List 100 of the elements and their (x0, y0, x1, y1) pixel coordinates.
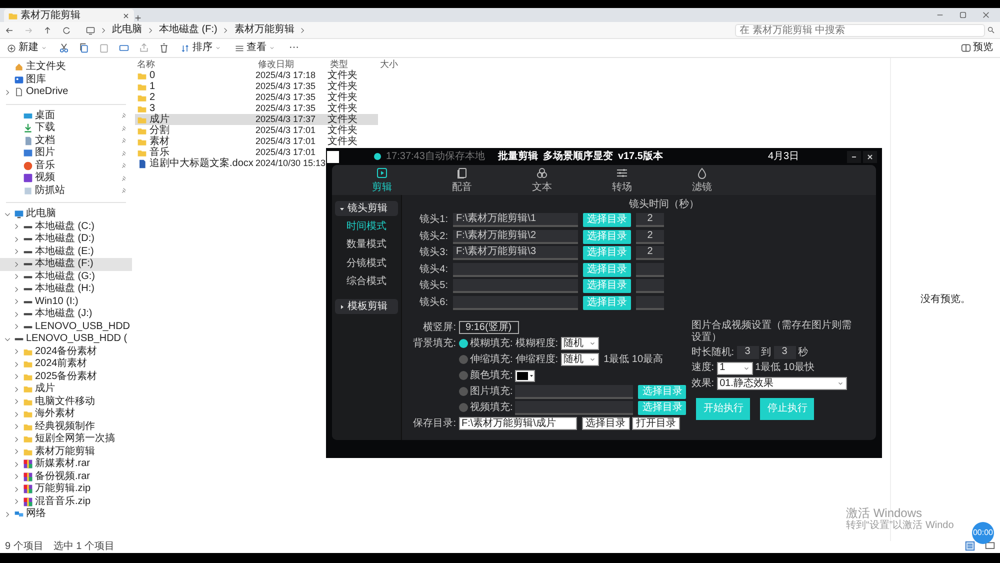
dropdown[interactable]: 随机 (560, 353, 599, 366)
chevron-icon[interactable] (13, 223, 20, 230)
chevron-icon[interactable] (4, 210, 11, 218)
chevron-icon[interactable] (299, 26, 306, 34)
chevron-icon[interactable] (13, 286, 20, 293)
refresh-icon[interactable] (62, 26, 71, 34)
seconds-field[interactable] (636, 279, 664, 293)
chevron-icon[interactable] (13, 473, 20, 480)
path-field[interactable]: F:\素材万能剪辑\3 (453, 246, 578, 260)
more-button[interactable]: ··· (287, 43, 301, 53)
sidebar-item[interactable]: 2024前素材 (0, 358, 132, 370)
copy-icon[interactable] (79, 43, 89, 53)
column-header[interactable]: 名称 (134, 58, 256, 70)
speed-dropdown[interactable]: 1 (716, 362, 753, 374)
orientation-select[interactable]: 9:16(竖屏) (458, 321, 519, 334)
nav-item[interactable]: 分镜模式 (335, 256, 398, 272)
pin-icon[interactable] (121, 124, 128, 132)
app-tab[interactable]: 文本 (502, 165, 582, 195)
column-header[interactable]: 大小 (378, 58, 418, 70)
path-field[interactable] (453, 296, 578, 310)
sidebar-item[interactable]: 本地磁盘 (G:) (0, 270, 132, 283)
path-field[interactable] (453, 279, 578, 293)
open-folder-button[interactable]: 打开目录 (632, 417, 680, 430)
sidebar-item[interactable]: 混音音乐.zip (0, 496, 132, 508)
choose-folder-button[interactable]: 选择目录 (582, 417, 630, 430)
path-field[interactable]: F:\素材万能剪辑\2 (453, 230, 578, 244)
sidebar-item[interactable]: 2024备份素材 (0, 346, 132, 358)
radio-button[interactable] (458, 387, 468, 396)
seconds-field[interactable] (636, 296, 664, 310)
app-tab[interactable]: 配音 (422, 165, 502, 195)
path-field[interactable] (515, 400, 634, 414)
breadcrumb-item[interactable]: 素材万能剪辑 (234, 24, 294, 36)
details-view-icon[interactable] (965, 541, 975, 551)
sidebar-item[interactable]: 经典视频制作 (0, 420, 132, 433)
sidebar-item[interactable]: 本地磁盘 (E:) (0, 246, 132, 258)
radio-button[interactable] (458, 371, 468, 380)
path-field[interactable] (453, 262, 578, 276)
sidebar-item[interactable]: 本地磁盘 (C:) (0, 220, 132, 233)
sidebar-item[interactable]: OneDrive (0, 86, 132, 98)
nav-item[interactable]: 数量模式 (335, 237, 398, 253)
preview-button[interactable]: 预览 (958, 43, 995, 53)
sort-button[interactable]: 排序 (179, 43, 223, 53)
seconds-field[interactable] (636, 262, 664, 276)
chevron-icon[interactable] (147, 26, 154, 34)
sidebar-item[interactable]: 本地磁盘 (H:) (0, 283, 132, 296)
chevron-icon[interactable] (13, 298, 20, 306)
file-row[interactable]: 分割 2025/4/3 17:01 文件夹 (134, 125, 378, 136)
chevron-icon[interactable] (222, 26, 230, 34)
chevron-icon[interactable] (13, 460, 20, 468)
app-tab[interactable]: 滤镜 (662, 165, 742, 195)
pin-icon[interactable] (121, 162, 128, 170)
tiles-view-icon[interactable] (985, 541, 995, 551)
sidebar-item[interactable]: 本地磁盘 (D:) (0, 233, 132, 246)
close-icon[interactable] (122, 12, 130, 20)
sidebar-item[interactable]: 备份视频.rar (0, 470, 132, 483)
menu-item[interactable]: 批量剪辑 (498, 150, 538, 162)
nav-group-header[interactable]: 模板剪辑 (335, 299, 398, 314)
file-row[interactable]: 素材 2025/4/3 17:01 文件夹 (134, 136, 378, 147)
path-field[interactable] (515, 384, 634, 398)
column-header[interactable]: 类型 (328, 58, 378, 70)
sidebar-item[interactable]: 素材万能剪辑 (0, 446, 132, 458)
pin-icon[interactable] (121, 150, 128, 157)
chevron-icon[interactable] (13, 386, 20, 393)
chevron-icon[interactable] (13, 498, 20, 506)
sidebar-item[interactable]: 图库 (0, 74, 132, 86)
chevron-icon[interactable] (13, 410, 20, 418)
sidebar-item[interactable]: 本地磁盘 (J:) (0, 308, 132, 320)
pin-icon[interactable] (121, 112, 128, 120)
chevron-icon[interactable] (13, 423, 20, 430)
pin-icon[interactable] (121, 174, 128, 182)
sidebar-item[interactable]: 万能剪辑.zip (0, 483, 132, 496)
chevron-icon[interactable] (13, 448, 20, 456)
effect-dropdown[interactable]: 01.静态效果 (716, 377, 847, 390)
delete-icon[interactable] (159, 43, 169, 53)
number-field[interactable]: 3 (736, 346, 759, 359)
nav-group-header[interactable]: 镜头剪辑 (335, 201, 398, 216)
chevron-icon[interactable] (13, 348, 20, 356)
path-field[interactable]: F:\素材万能剪辑\1 (453, 213, 578, 227)
pin-icon[interactable] (121, 137, 128, 144)
seconds-field[interactable]: 2 (636, 213, 664, 227)
view-button[interactable]: 查看 (233, 43, 277, 53)
radio-button[interactable] (458, 403, 468, 412)
chevron-icon[interactable] (13, 398, 20, 406)
sidebar-item[interactable]: 音乐 (0, 160, 132, 172)
file-row[interactable]: 音乐 2025/4/3 17:01 (134, 147, 328, 158)
sidebar-item[interactable]: 短剧全网第一次搞 (0, 433, 132, 446)
sidebar-item[interactable]: 网络 (0, 508, 132, 520)
pin-icon[interactable] (121, 187, 128, 194)
sidebar-item[interactable]: 文档 (0, 134, 132, 147)
save-path-field[interactable]: F:\素材万能剪辑\成片 (458, 417, 576, 430)
close-icon[interactable] (863, 150, 877, 162)
chevron-icon[interactable] (13, 323, 20, 330)
chevron-icon[interactable] (100, 26, 107, 34)
app-tab[interactable]: 剪辑 (342, 165, 422, 195)
file-row[interactable]: 成片 2025/4/3 17:37 文件夹 (134, 114, 378, 125)
close-icon[interactable] (982, 11, 990, 19)
chevron-icon[interactable] (13, 360, 20, 368)
chevron-icon[interactable] (13, 273, 20, 280)
back-icon[interactable] (5, 26, 14, 34)
cut-icon[interactable] (59, 43, 69, 53)
